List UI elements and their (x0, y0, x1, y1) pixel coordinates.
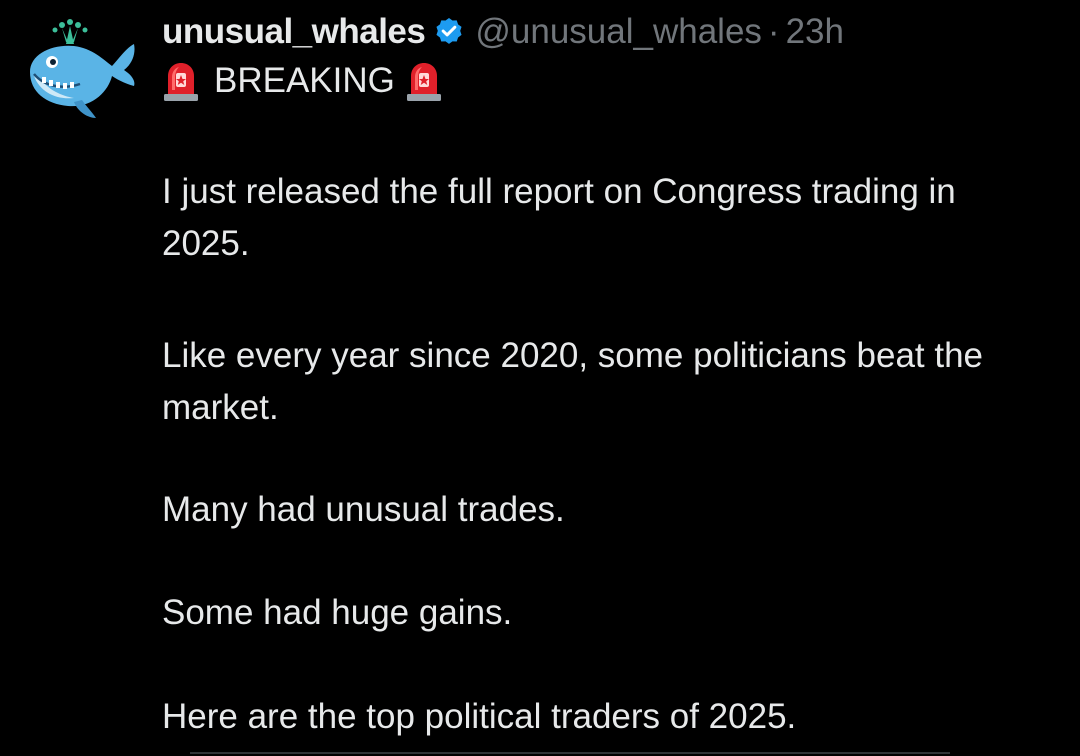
media-preview-edge (190, 752, 950, 754)
tweet-card[interactable]: unusual_whales @unusual_whales · 23h BRE… (0, 0, 1080, 756)
police-siren-icon (406, 63, 441, 101)
tweet-paragraph: Some had huge gains. (162, 593, 513, 632)
verified-badge-icon[interactable] (433, 16, 465, 48)
tweet-paragraph: Like every year since 2020, some politic… (162, 336, 984, 427)
whale-avatar-icon[interactable] (22, 14, 140, 122)
tweet-header: unusual_whales @unusual_whales · 23h (162, 10, 1062, 54)
author-handle[interactable]: @unusual_whales (475, 12, 762, 52)
tweet-paragraph: I just released the full report on Congr… (162, 172, 956, 263)
author-display-name[interactable]: unusual_whales (162, 12, 426, 52)
breaking-line: BREAKING (162, 56, 1062, 106)
breaking-label: BREAKING (214, 61, 395, 100)
tweet-timestamp[interactable]: 23h (786, 12, 844, 52)
tweet-paragraph: Many had unusual trades. (162, 490, 565, 529)
header-separator: · (767, 12, 780, 51)
tweet-paragraph: Here are the top political traders of 20… (162, 697, 797, 736)
police-siren-icon (164, 63, 198, 101)
tweet-content: unusual_whales @unusual_whales · 23h BRE… (162, 10, 1062, 736)
